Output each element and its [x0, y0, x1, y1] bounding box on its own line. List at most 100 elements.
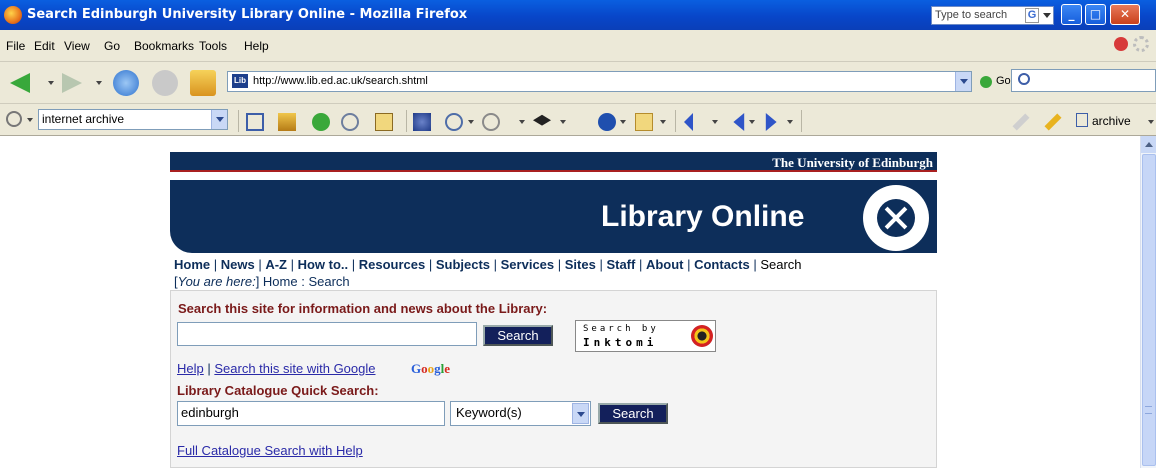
nav-link-how-to[interactable]: How to..: [298, 257, 349, 272]
google-search-query[interactable]: internet archive: [42, 112, 124, 126]
nav-current-page: Search: [760, 257, 802, 272]
google-toolbar-icon[interactable]: [6, 111, 22, 127]
catalogue-type-value: Keyword(s): [456, 405, 522, 420]
google-search-dropdown-icon[interactable]: [211, 110, 227, 129]
previous-icon[interactable]: [733, 113, 745, 131]
forward-history-chevron-icon[interactable]: [96, 81, 102, 85]
next-chevron-icon[interactable]: [787, 120, 793, 124]
catalogue-search-input[interactable]: edinburgh: [177, 401, 445, 426]
breadcrumb: [You are here:] Home : Search: [174, 274, 350, 289]
zoom-chevron-icon[interactable]: [468, 120, 474, 124]
highlight-chevron-icon[interactable]: [519, 120, 525, 124]
site-search-heading: Search this site for information and new…: [178, 301, 548, 316]
full-catalogue-link[interactable]: Full Catalogue Search with Help: [177, 443, 363, 458]
toolbar-overflow-chevron-icon[interactable]: [1148, 120, 1154, 124]
breadcrumb-prefix: You are here:: [177, 274, 256, 289]
nav-link-services[interactable]: Services: [501, 257, 555, 272]
stop-load-icon[interactable]: [152, 70, 178, 96]
close-button[interactable]: ✕: [1110, 4, 1140, 25]
site-search-button[interactable]: Search: [483, 325, 553, 346]
address-bar[interactable]: Lib http://www.lib.ed.ac.uk/search.shtml: [227, 71, 972, 92]
menu-go[interactable]: Go: [104, 39, 120, 53]
graduation-cap-icon[interactable]: [533, 114, 551, 126]
menu-file[interactable]: File: [6, 39, 25, 53]
titlebar-search-placeholder: Type to search: [935, 9, 1008, 21]
inktomi-line-1: Search by: [583, 324, 659, 334]
chevron-down-icon[interactable]: [1043, 13, 1051, 18]
site-favicon-icon: Lib: [232, 74, 248, 88]
catalogue-search-button[interactable]: Search: [598, 403, 668, 424]
menu-view[interactable]: View: [64, 39, 90, 53]
google-toolbar: internet archive: [0, 104, 1156, 136]
stop-icon[interactable]: [1114, 37, 1128, 51]
go-arrow-icon[interactable]: [980, 76, 992, 88]
folder-chevron-icon[interactable]: [660, 120, 666, 124]
maximize-button[interactable]: □: [1085, 4, 1106, 25]
nav-link-contacts[interactable]: Contacts: [694, 257, 750, 272]
scroll-thumb[interactable]: [1142, 154, 1156, 466]
titlebar-search-field[interactable]: Type to search G: [931, 6, 1054, 25]
breadcrumb-home-link[interactable]: Home: [263, 274, 298, 289]
vertical-scrollbar[interactable]: [1140, 136, 1156, 468]
folder-icon[interactable]: [635, 113, 653, 131]
rewind-chevron-icon[interactable]: [712, 120, 718, 124]
menu-bar: File Edit View Go Bookmarks Tools Help: [0, 30, 1156, 62]
help-link[interactable]: Help: [177, 361, 204, 376]
google-menu-chevron-icon[interactable]: [27, 118, 33, 122]
catalogue-heading: Library Catalogue Quick Search:: [177, 383, 379, 398]
nav-link-sites[interactable]: Sites: [565, 257, 596, 272]
cap-chevron-icon[interactable]: [560, 120, 566, 124]
university-seal-icon: [863, 185, 929, 251]
zoom-icon[interactable]: [445, 113, 463, 131]
university-header: The University of Edinburgh: [170, 152, 937, 172]
menu-edit[interactable]: Edit: [34, 39, 55, 53]
chevron-down-icon[interactable]: [572, 403, 589, 424]
menu-tools[interactable]: Tools: [199, 39, 227, 53]
nav-link-resources[interactable]: Resources: [359, 257, 425, 272]
nav-link-about[interactable]: About: [646, 257, 684, 272]
menu-bookmarks[interactable]: Bookmarks: [134, 39, 194, 53]
search-bar[interactable]: [1011, 69, 1156, 92]
back-arrow-icon[interactable]: [10, 73, 30, 93]
menu-help[interactable]: Help: [244, 39, 269, 53]
back-history-chevron-icon[interactable]: [48, 81, 54, 85]
next-icon[interactable]: [765, 113, 777, 131]
address-dropdown-chevron-icon[interactable]: [955, 72, 971, 91]
book-icon[interactable]: [375, 113, 393, 131]
forward-arrow-icon[interactable]: [62, 73, 82, 93]
nav-link-home[interactable]: Home: [174, 257, 210, 272]
nav-link-news[interactable]: News: [221, 257, 255, 272]
pagerank-icon[interactable]: [278, 113, 296, 131]
go-button[interactable]: Go: [996, 75, 1011, 87]
archive-button[interactable]: archive: [1076, 113, 1131, 128]
scroll-up-icon[interactable]: [1141, 136, 1156, 153]
binoculars-icon[interactable]: [413, 113, 431, 131]
clover-icon[interactable]: [312, 113, 330, 131]
google-logo[interactable]: Google: [411, 361, 450, 377]
google-search-icon[interactable]: [246, 113, 264, 131]
university-name[interactable]: The University of Edinburgh: [772, 155, 933, 170]
inktomi-logo[interactable]: Search by Inktomi: [575, 320, 716, 352]
info-chevron-icon[interactable]: [620, 120, 626, 124]
site-search-input[interactable]: [177, 322, 477, 346]
rewind-icon[interactable]: [684, 113, 693, 131]
window-title: Search Edinburgh University Library Onli…: [27, 7, 468, 22]
previous-chevron-icon[interactable]: [749, 120, 755, 124]
google-search-field[interactable]: internet archive: [38, 109, 228, 130]
home-icon[interactable]: [190, 70, 216, 96]
comment-icon[interactable]: [341, 113, 359, 131]
nav-link-a-z[interactable]: A-Z: [265, 257, 287, 272]
highlighter-icon[interactable]: [1044, 113, 1062, 131]
nav-link-subjects[interactable]: Subjects: [436, 257, 490, 272]
address-url[interactable]: http://www.lib.ed.ac.uk/search.shtml: [253, 75, 428, 87]
banner-title: Library Online: [601, 200, 805, 233]
reload-icon[interactable]: [113, 70, 139, 96]
google-engine-icon[interactable]: G: [1025, 8, 1039, 23]
minimize-button[interactable]: _: [1061, 4, 1082, 25]
google-search-link[interactable]: Search this site with Google: [214, 361, 375, 376]
pencil-disabled-icon[interactable]: [1012, 113, 1030, 131]
nav-link-staff[interactable]: Staff: [606, 257, 635, 272]
catalogue-type-select[interactable]: Keyword(s): [450, 401, 591, 426]
info-icon[interactable]: [598, 113, 616, 131]
highlight-icon[interactable]: [482, 113, 500, 131]
